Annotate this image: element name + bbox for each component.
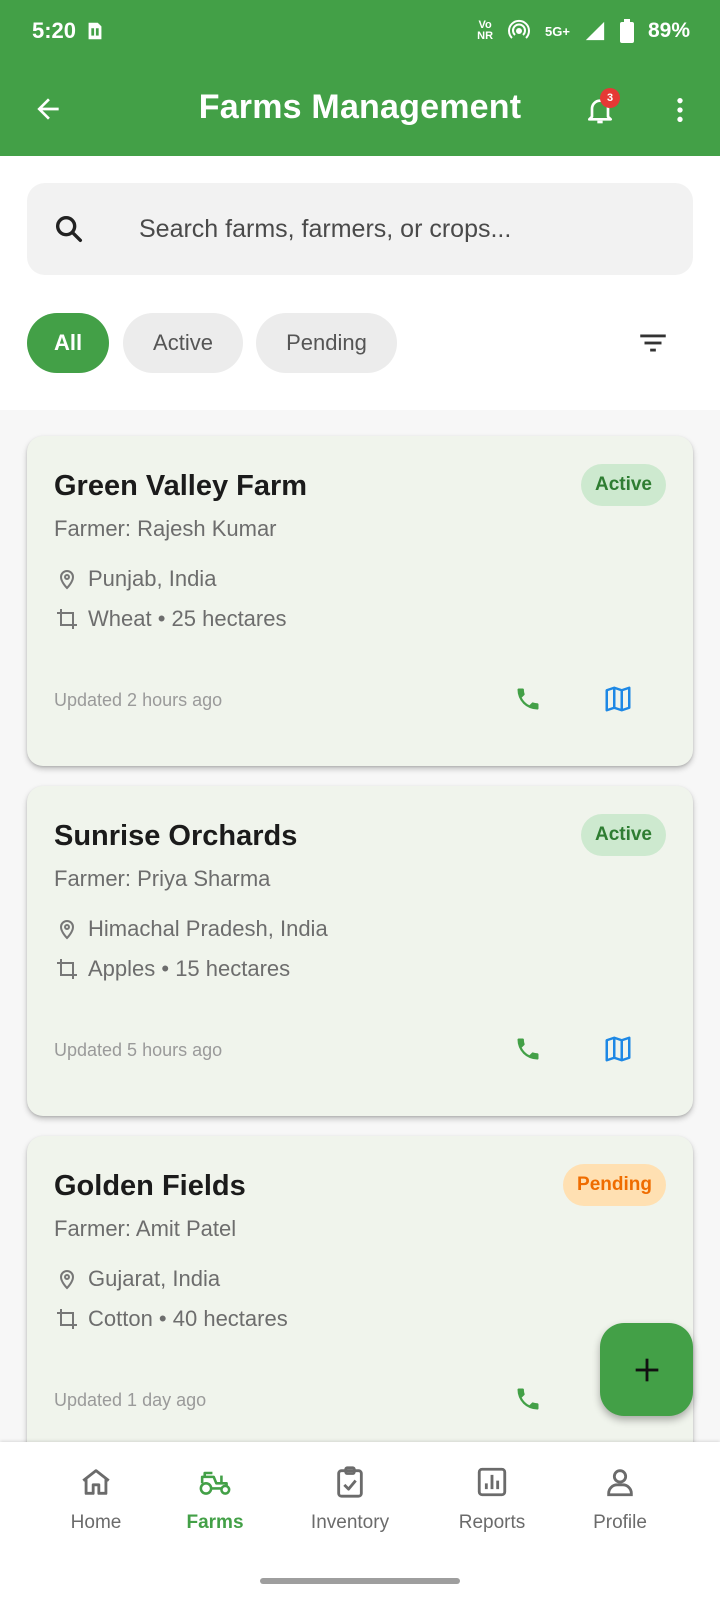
status-right: Vo NR 5G+ 89% — [477, 19, 690, 43]
crop-area-icon — [54, 1306, 80, 1332]
bar-chart-icon — [474, 1464, 510, 1500]
status-left: 5:20 — [32, 18, 106, 44]
battery-icon — [619, 19, 634, 43]
filter-chip-pending[interactable]: Pending — [256, 313, 397, 373]
notifications-button[interactable]: 3 — [578, 88, 622, 132]
filter-button[interactable] — [630, 320, 676, 366]
tractor-icon — [197, 1464, 233, 1500]
farm-card[interactable]: Sunrise Orchards Active Farmer: Priya Sh… — [27, 786, 693, 1116]
call-button[interactable] — [505, 1026, 551, 1072]
nav-item-inventory[interactable]: Inventory — [290, 1464, 410, 1554]
page-title-text: Farms Management — [198, 88, 522, 126]
nav-label: Home — [70, 1512, 122, 1533]
farmer-name: Farmer: Amit Patel — [54, 1216, 237, 1241]
location-row: Punjab, India — [54, 566, 216, 592]
map-icon — [605, 686, 631, 712]
phone-icon — [517, 1038, 539, 1060]
crop-row: Wheat • 25 hectares — [54, 606, 286, 632]
search-input[interactable] — [139, 203, 659, 255]
crop-area-icon — [54, 606, 80, 632]
location-pin-icon — [54, 566, 80, 592]
filter-list-icon — [640, 334, 666, 352]
location-pin-icon — [54, 916, 80, 942]
farm-location: Himachal Pradesh, India — [88, 916, 328, 941]
crop-info: Apples • 15 hectares — [88, 956, 291, 981]
app-bar: Farms Management 3 — [0, 62, 720, 156]
notification-badge: 3 — [600, 88, 620, 108]
status-bar: 5:20 Vo NR 5G+ 89% — [0, 0, 720, 62]
network-type: 5G+ — [545, 23, 570, 39]
nav-label: Reports — [458, 1512, 526, 1533]
farm-card[interactable]: Golden Fields Pending Farmer: Amit Patel… — [27, 1136, 693, 1466]
crop-info: Wheat • 25 hectares — [88, 606, 287, 631]
farm-card[interactable]: Green Valley Farm Active Farmer: Rajesh … — [27, 436, 693, 766]
nav-item-profile[interactable]: Profile — [560, 1464, 680, 1554]
volte-bottom: NR — [477, 30, 494, 42]
plus-icon — [635, 1358, 658, 1381]
person-icon — [602, 1464, 638, 1500]
crop-row: Cotton • 40 hectares — [54, 1306, 288, 1332]
more-options-button[interactable] — [658, 88, 702, 132]
nav-label: Inventory — [310, 1512, 390, 1533]
updated-time: Updated 1 day ago — [54, 1390, 207, 1410]
nav-label: Profile — [593, 1512, 647, 1533]
clipboard-check-icon — [332, 1464, 368, 1500]
farmer-name: Farmer: Priya Sharma — [54, 866, 271, 891]
crop-row: Apples • 15 hectares — [54, 956, 290, 982]
battery-level: 89% — [647, 19, 690, 42]
filter-chip-active[interactable]: Active — [123, 313, 243, 373]
search-icon — [49, 209, 89, 249]
location-row: Gujarat, India — [54, 1266, 220, 1292]
status-time: 5:20 — [32, 18, 77, 43]
location-row: Himachal Pradesh, India — [54, 916, 328, 942]
farm-name: Sunrise Orchards — [54, 820, 298, 852]
nav-item-home[interactable]: Home — [36, 1464, 156, 1554]
updated-time: Updated 5 hours ago — [54, 1040, 223, 1060]
nav-item-reports[interactable]: Reports — [432, 1464, 552, 1554]
nav-label: Farms — [186, 1512, 244, 1533]
map-icon — [605, 1036, 631, 1062]
hotspot-icon — [507, 19, 531, 43]
more-vert-icon — [677, 98, 683, 122]
phone-icon — [517, 1388, 539, 1410]
search-filter-panel: All Active Pending — [0, 156, 720, 410]
search-box[interactable] — [27, 183, 693, 275]
map-button[interactable] — [595, 1026, 641, 1072]
crop-info: Cotton • 40 hectares — [88, 1306, 288, 1331]
sim-card-icon — [84, 20, 106, 42]
filter-chip-all[interactable]: All — [27, 313, 109, 373]
bottom-navigation: Home Farms Inventory Reports Profile — [0, 1442, 720, 1600]
farm-name: Green Valley Farm — [54, 470, 308, 502]
location-pin-icon — [54, 1266, 80, 1292]
phone-icon — [517, 688, 539, 710]
updated-time: Updated 2 hours ago — [54, 690, 223, 710]
nav-item-farms[interactable]: Farms — [155, 1464, 275, 1554]
home-icon — [78, 1464, 114, 1500]
call-button[interactable] — [505, 676, 551, 722]
farmer-name: Farmer: Rajesh Kumar — [54, 516, 277, 541]
farm-location: Gujarat, India — [88, 1266, 221, 1291]
map-button[interactable] — [595, 676, 641, 722]
farm-location: Punjab, India — [88, 566, 217, 591]
signal-icon — [584, 20, 606, 42]
status-badge: Active — [580, 464, 666, 506]
volte-indicator: Vo NR — [477, 20, 493, 42]
add-farm-button[interactable] — [600, 1323, 693, 1416]
status-badge: Active — [580, 814, 666, 856]
home-indicator[interactable] — [260, 1578, 460, 1584]
status-badge: Pending — [563, 1164, 666, 1206]
call-button[interactable] — [505, 1376, 551, 1422]
crop-area-icon — [54, 956, 80, 982]
farm-name: Golden Fields — [54, 1170, 246, 1202]
